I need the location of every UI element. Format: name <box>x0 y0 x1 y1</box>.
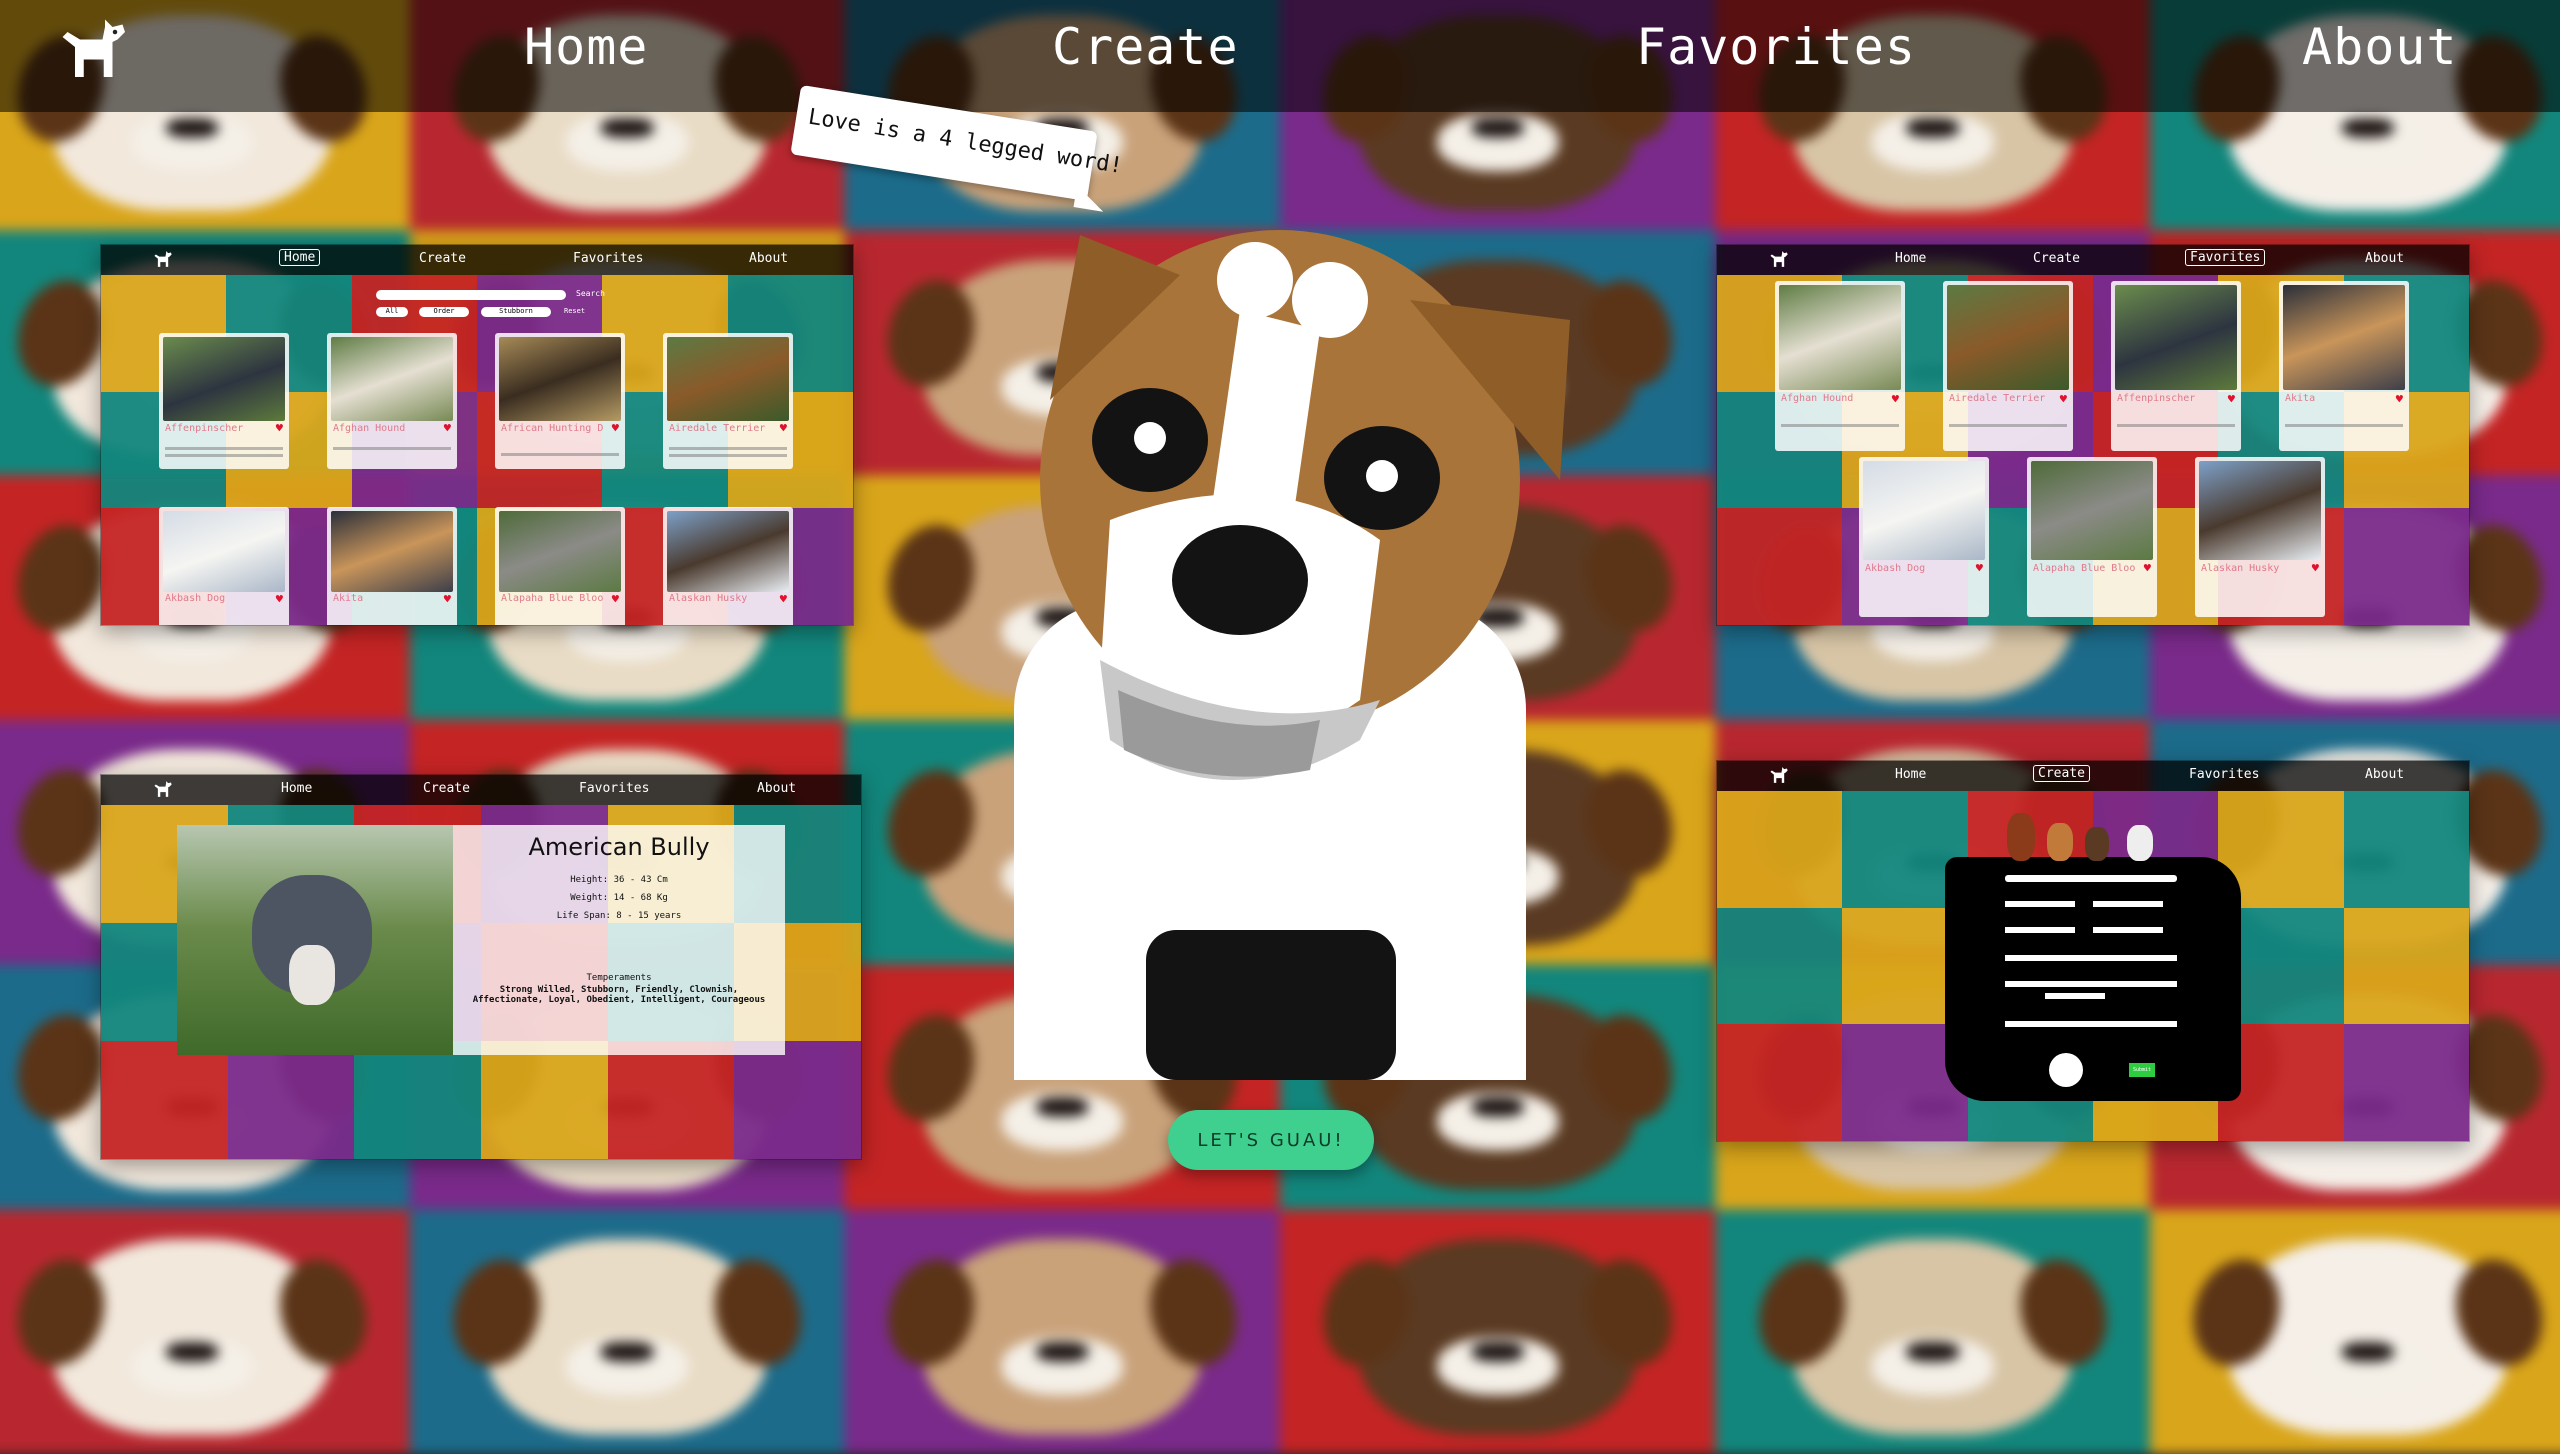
preview-detail-nav: Home Create Favorites About <box>101 775 861 805</box>
preview-nav-create: Create <box>2033 765 2090 782</box>
preview-dog-card: Airedale Terrier ♥ <box>1943 281 2073 451</box>
dog-photo <box>177 825 453 1055</box>
preview-dog-card: Akbash Dog ♥ <box>159 507 289 625</box>
dog-icon <box>1770 251 1788 267</box>
preview-dog-card: Alapaha Blue Blood Bulldog♥ <box>2027 457 2157 617</box>
preview-search-input <box>376 290 566 300</box>
preview-nav-about: About <box>749 251 789 266</box>
preview-nav-create: Create <box>2033 251 2080 266</box>
preview-dog-card: Afghan Hound ♥ <box>1775 281 1905 451</box>
top-navigation: Home Create Favorites About <box>0 0 2560 112</box>
preview-nav-favorites: Favorites <box>2189 767 2260 782</box>
preview-dog-card: African Hunting Dog♥ <box>495 333 625 469</box>
preview-favorites-screenshot: Home Create Favorites About Afghan Hound… <box>1716 244 2470 626</box>
detail-weight: Weight: 14 - 68 Kg <box>570 893 668 903</box>
preview-filter-order: Order <box>419 307 469 317</box>
preview-nav-home: Home <box>1895 251 1927 266</box>
preview-nav-about: About <box>757 781 797 796</box>
preview-dog-card: Alaskan Husky ♥ <box>2195 457 2325 617</box>
background-tile <box>1279 1209 1716 1454</box>
detail-title: American Bully <box>528 833 710 861</box>
detail-info-panel: American Bully Height: 36 - 43 Cm Weight… <box>453 825 785 1055</box>
background-tile <box>1715 1209 2151 1454</box>
preview-dog-card: Alapaha Blue Blood ♥ <box>495 507 625 625</box>
nav-create[interactable]: Create <box>1052 18 1239 76</box>
preview-nav-about: About <box>2365 251 2405 266</box>
detail-temperaments-label: Temperaments <box>586 973 652 983</box>
detail-height: Height: 36 - 43 Cm <box>570 875 668 885</box>
lets-guau-button[interactable]: LET'S GUAU! <box>1168 1110 1374 1170</box>
preview-filter-temper: Stubborn <box>481 307 551 317</box>
preview-dog-card: Akita ♥ <box>327 507 457 625</box>
preview-filter-reset: Reset <box>564 307 586 315</box>
preview-nav-home: Home <box>281 781 313 796</box>
dog-icon <box>154 251 172 267</box>
background-tile <box>2150 1209 2560 1454</box>
preview-search-button: Search <box>576 289 605 298</box>
preview-dog-card: Affenpinscher ♥ <box>159 333 289 469</box>
preview-home-nav: Home Create Favorites About <box>101 245 853 275</box>
preview-nav-create: Create <box>419 251 466 266</box>
preview-nav-home: Home <box>279 249 321 266</box>
preview-nav-favorites: Favorites <box>573 251 644 266</box>
background-tile <box>409 1209 845 1454</box>
preview-dog-card: Alaskan Husky ♥ <box>663 507 793 625</box>
dog-icon <box>1770 767 1788 783</box>
preview-dog-card: Airedale Terrier ♥ <box>663 333 793 469</box>
preview-home-screenshot: Home Create Favorites About Search All O… <box>100 244 854 626</box>
preview-dog-card: Affenpinscher ♥ <box>2111 281 2241 451</box>
preview-submit-button: Submit <box>2129 1063 2155 1077</box>
preview-nav-favorites: Favorites <box>2185 249 2266 266</box>
nav-home[interactable]: Home <box>524 18 648 76</box>
preview-detail-screenshot: Home Create Favorites About American Bul… <box>100 774 862 1160</box>
preview-create-screenshot: Home Create Favorites About Submit <box>1716 760 2470 1142</box>
detail-temperaments: Strong Willed, Stubborn, Friendly, Clown… <box>472 985 766 1005</box>
preview-nav-about: About <box>2365 767 2405 782</box>
detail-life-span: Life Span: 8 - 15 years <box>556 911 682 921</box>
preview-favorites-nav: Home Create Favorites About <box>1717 245 2469 275</box>
create-form: Submit <box>1945 857 2241 1101</box>
dog-icon[interactable] <box>50 12 130 92</box>
nav-about[interactable]: About <box>2302 18 2458 76</box>
preview-nav-home: Home <box>1895 767 1927 782</box>
background-tile <box>844 1209 1280 1454</box>
preview-create-nav: Home Create Favorites About <box>1717 761 2469 791</box>
preview-dog-card: Akita ♥ <box>2279 281 2409 451</box>
dog-icon <box>154 781 172 797</box>
jack-russell-dog-icon <box>1014 230 1570 1080</box>
nav-favorites[interactable]: Favorites <box>1636 18 1916 76</box>
preview-dog-card: Afghan Hound ♥ <box>327 333 457 469</box>
preview-filter-all: All <box>376 307 408 317</box>
preview-nav-create: Create <box>423 781 470 796</box>
preview-nav-favorites: Favorites <box>579 781 650 796</box>
background-tile <box>0 1209 410 1454</box>
default-image <box>2049 1053 2083 1087</box>
preview-dog-card: Akbash Dog ♥ <box>1859 457 1989 617</box>
